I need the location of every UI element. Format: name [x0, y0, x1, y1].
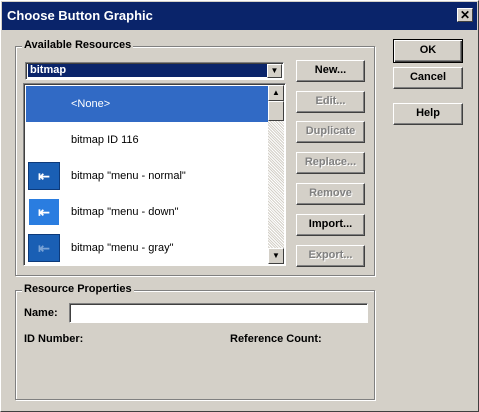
- replace-button[interactable]: Replace...: [296, 152, 365, 174]
- list-item[interactable]: ⇤ bitmap "menu - gray": [26, 230, 268, 265]
- list-item-label: bitmap "menu - gray": [71, 242, 174, 254]
- list-item[interactable]: ⇤ bitmap "menu - normal": [26, 158, 268, 194]
- remove-button[interactable]: Remove: [296, 183, 365, 205]
- list-item[interactable]: ⇤ bitmap "menu - down": [26, 194, 268, 230]
- resource-type-value: bitmap: [28, 64, 270, 77]
- id-number-label: ID Number:: [24, 333, 84, 345]
- resource-type-combo[interactable]: bitmap ▼: [25, 62, 284, 80]
- scroll-down-button[interactable]: ▼: [268, 248, 284, 264]
- cancel-button[interactable]: Cancel: [393, 67, 463, 89]
- import-button[interactable]: Import...: [296, 214, 365, 236]
- name-label: Name:: [24, 307, 58, 319]
- arrow-left-icon: ⇤: [28, 198, 60, 226]
- list-item[interactable]: <None>: [26, 86, 268, 122]
- chevron-down-icon[interactable]: ▼: [267, 64, 282, 78]
- help-button[interactable]: Help: [393, 103, 463, 125]
- export-button[interactable]: Export...: [296, 245, 365, 267]
- close-button[interactable]: ✕: [457, 8, 473, 22]
- reference-count-label: Reference Count:: [230, 333, 322, 345]
- ok-button[interactable]: OK: [393, 39, 463, 63]
- list-item-label: bitmap "menu - normal": [71, 170, 186, 182]
- list-item-label: <None>: [71, 98, 111, 110]
- available-resources-label: Available Resources: [22, 39, 134, 51]
- edit-button[interactable]: Edit...: [296, 91, 365, 113]
- new-button[interactable]: New...: [296, 60, 365, 82]
- resource-properties-label: Resource Properties: [22, 283, 134, 295]
- scroll-up-button[interactable]: ▲: [268, 85, 284, 101]
- list-item[interactable]: bitmap ID 116: [26, 122, 268, 158]
- name-field[interactable]: [69, 303, 368, 323]
- title-bar[interactable]: Choose Button Graphic ✕: [2, 2, 477, 30]
- vertical-scrollbar[interactable]: ▲ ▼: [268, 85, 284, 264]
- list-item-label: bitmap ID 116: [71, 134, 139, 146]
- list-item-label: bitmap "menu - down": [71, 206, 179, 218]
- scroll-thumb[interactable]: [268, 101, 284, 121]
- arrow-left-icon: ⇤: [28, 162, 60, 190]
- duplicate-button[interactable]: Duplicate: [296, 121, 365, 143]
- arrow-left-icon: ⇤: [28, 234, 60, 262]
- choose-button-graphic-dialog: Choose Button Graphic ✕ Available Resour…: [0, 0, 479, 412]
- resource-list[interactable]: <None> bitmap ID 116 ⇤ bitmap "menu - no…: [23, 83, 286, 266]
- window-title: Choose Button Graphic: [7, 8, 153, 23]
